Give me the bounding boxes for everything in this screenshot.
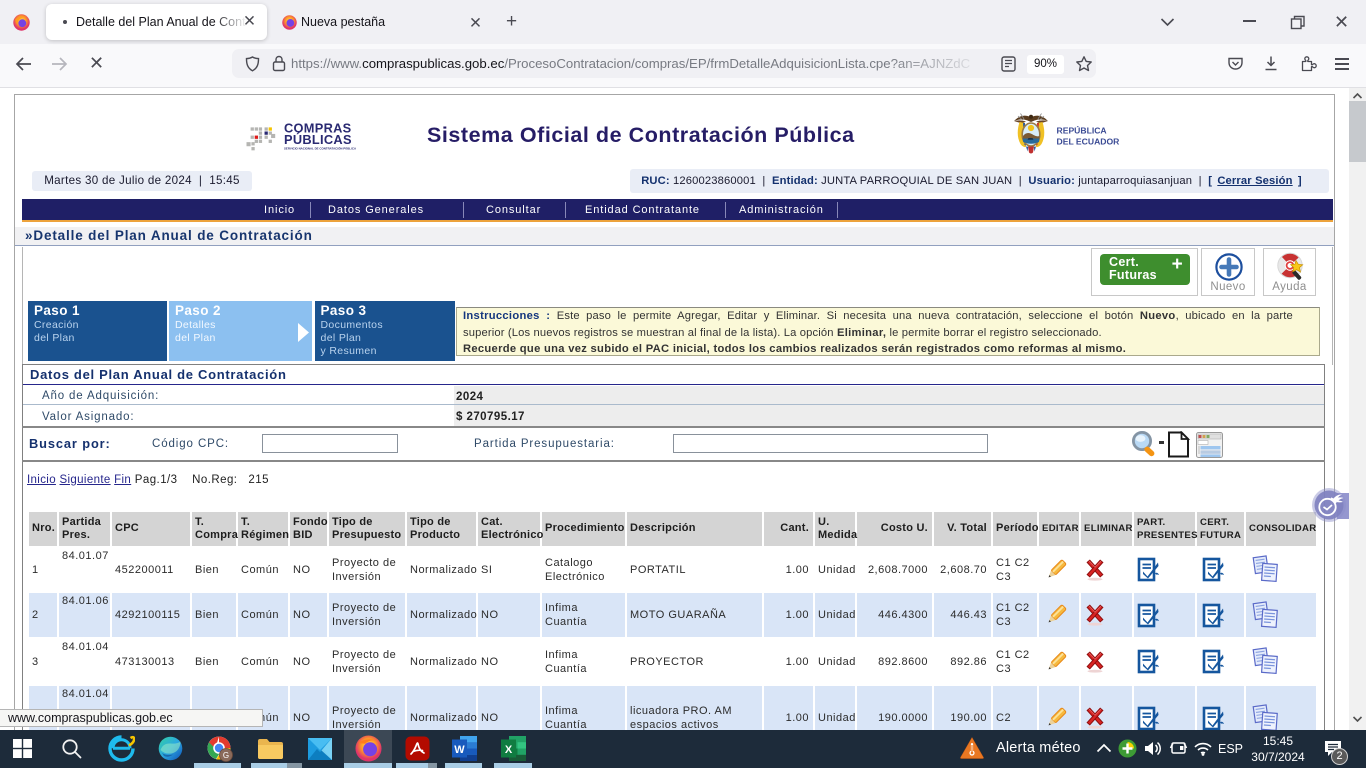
svg-text:X: X — [505, 744, 513, 756]
svg-text:DEL ECUADOR: DEL ECUADOR — [1057, 137, 1121, 147]
svg-text:W: W — [454, 744, 465, 756]
svg-text:G: G — [223, 751, 229, 760]
svg-text:REPÚBLICA: REPÚBLICA — [1057, 125, 1107, 136]
svg-text:SERVICIO NACIONAL DE CONTRATAC: SERVICIO NACIONAL DE CONTRATACIÓN PÚBLIC… — [284, 146, 356, 151]
svg-text:PÚBLICAS: PÚBLICAS — [284, 132, 352, 147]
